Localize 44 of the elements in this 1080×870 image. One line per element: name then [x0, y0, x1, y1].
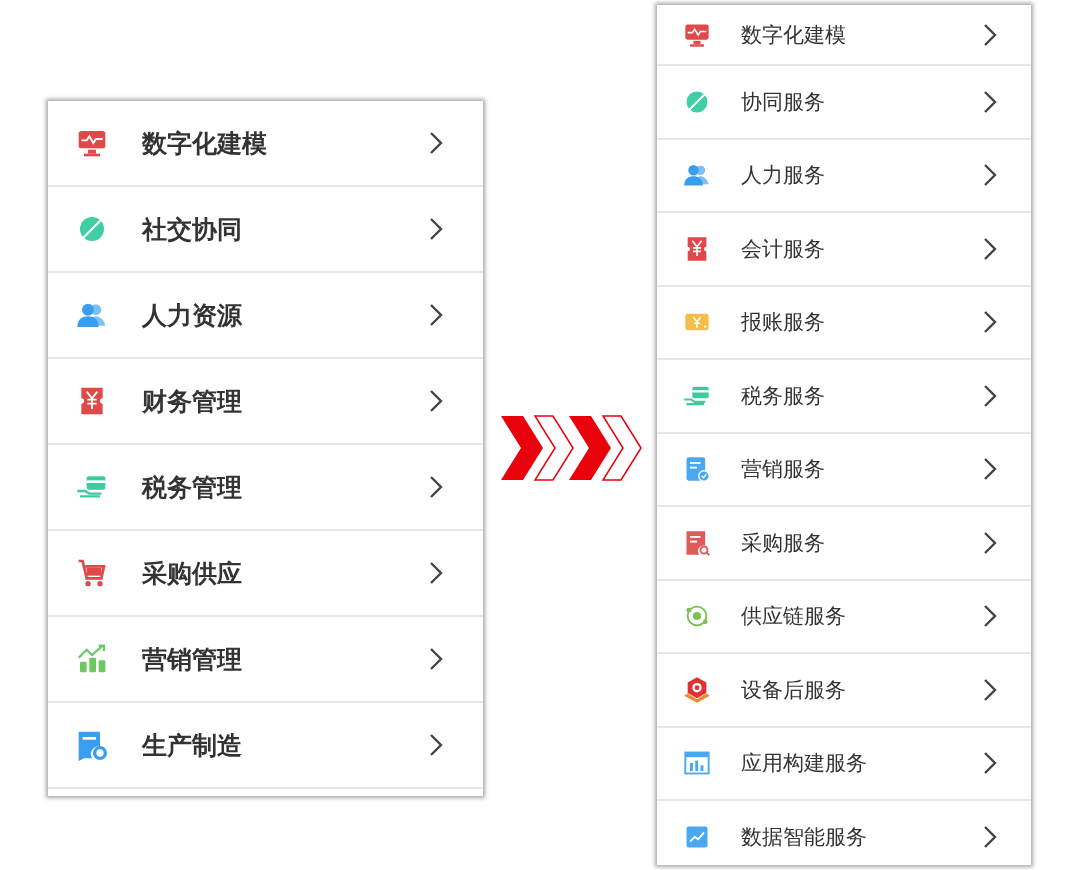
shopping-cart-icon — [76, 557, 108, 589]
chevron-right-icon — [429, 389, 443, 413]
menu-item[interactable]: 协同服务 — [657, 66, 1031, 140]
chevron-right-icon — [429, 561, 443, 585]
menu-item[interactable]: 生产制造 — [48, 703, 483, 789]
menu-item[interactable]: 税务服务 — [657, 360, 1031, 434]
menu-item[interactable]: 设备后服务 — [657, 654, 1031, 728]
menu-item[interactable]: 数字化建模 — [657, 5, 1031, 66]
chevron-right-icon — [983, 163, 997, 188]
chevron-right-icon — [983, 604, 997, 629]
menu-item[interactable]: 财务管理 — [48, 359, 483, 445]
chevron-right-icon — [983, 824, 997, 849]
hexagon-target-icon — [683, 675, 711, 704]
chevron-right-icon — [983, 310, 997, 335]
chevron-right-icon — [983, 22, 997, 47]
chevron-right-icon — [429, 733, 443, 757]
chevron-right-icon — [983, 530, 997, 555]
menu-item[interactable]: 营销管理 — [48, 617, 483, 703]
menu-item[interactable]: 数字化建模 — [48, 101, 483, 187]
chevron-right-icon — [983, 677, 997, 702]
chevron-right-icon — [983, 383, 997, 408]
bar-chart-icon — [76, 643, 108, 675]
menu-item[interactable]: 报账服务 — [657, 286, 1031, 360]
chevron-right-icon — [429, 475, 443, 499]
menu-item[interactable]: 税务管理 — [48, 445, 483, 531]
chevron-right-icon — [983, 457, 997, 482]
menu-item[interactable]: 营销服务 — [657, 433, 1031, 507]
menu-item[interactable]: 数据智能服务 — [657, 801, 1031, 865]
chevron-right-icon — [429, 647, 443, 671]
chevron-right-icon — [429, 303, 443, 327]
document-gear-icon — [76, 729, 108, 761]
chevron-right-icon — [983, 236, 997, 261]
chevron-right-icon — [429, 217, 443, 241]
menu-item[interactable]: 社交协同 — [48, 187, 483, 273]
menu-item[interactable]: 采购服务 — [657, 507, 1031, 581]
menu-item[interactable]: 采购供应 — [48, 531, 483, 617]
menu-item[interactable]: 会计服务 — [657, 213, 1031, 287]
chevron-right-icon — [429, 131, 443, 155]
menu-item[interactable]: 人力资源 — [48, 273, 483, 359]
chevron-right-icon — [983, 751, 997, 776]
chevron-right-icon — [983, 89, 997, 114]
menu-item[interactable]: 人力服务 — [657, 139, 1031, 213]
menu-item[interactable]: 供应链服务 — [657, 580, 1031, 654]
menu-item[interactable]: 应用构建服务 — [657, 727, 1031, 801]
